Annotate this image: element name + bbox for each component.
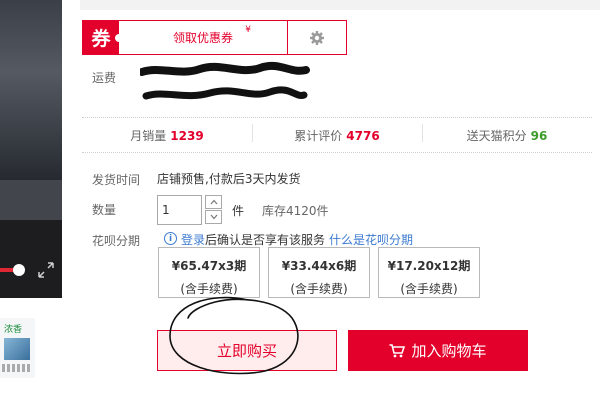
thumbnail-image (4, 338, 30, 360)
product-video[interactable] (0, 0, 62, 298)
installment-label: 花呗分期 (92, 234, 141, 248)
what-is-huabei-link[interactable]: 什么是花呗分期 (329, 231, 413, 248)
top-strip (80, 0, 600, 10)
coupon-settings-button[interactable] (288, 21, 346, 54)
add-to-cart-button[interactable]: 加入购物车 (348, 330, 528, 371)
settings-gear-icon (310, 30, 324, 45)
installment-plan-6[interactable]: ¥33.44x6期 (含手续费) (268, 247, 370, 298)
coupon-tag: 券 (83, 21, 123, 54)
stat-label: 送天猫积分 (466, 128, 527, 143)
quantity-label: 数量 (92, 203, 117, 217)
add-to-cart-label: 加入购物车 (411, 342, 487, 360)
monthly-sales-stat: 月销量 1239 (82, 127, 252, 144)
thumbnail-caption: 浓香 (4, 325, 23, 335)
claim-coupon-button[interactable]: 领取优惠券 ¥ (119, 21, 288, 54)
video-progress-knob[interactable] (13, 264, 25, 276)
shipping-label: 运费 (92, 71, 117, 85)
chevron-down-icon (210, 214, 217, 220)
total-reviews-stat[interactable]: 累计评价 4776 (252, 123, 422, 144)
plan-price: ¥65.47x3期 (171, 259, 247, 273)
buy-now-button[interactable]: 立即购买 (157, 330, 337, 371)
quantity-decrease-button[interactable] (205, 210, 222, 224)
stock-count: 库存4120件 (262, 204, 329, 218)
plan-price: ¥33.44x6期 (281, 259, 357, 273)
installment-plan-12[interactable]: ¥17.20x12期 (含手续费) (378, 247, 480, 298)
login-link[interactable]: 登录 (181, 231, 205, 248)
video-frame-shade (0, 180, 62, 220)
installment-plan-3[interactable]: ¥65.47x3期 (含手续费) (158, 247, 260, 298)
sales-stats-row: 月销量 1239 累计评价 4776 送天猫积分 96 (82, 117, 592, 153)
delivery-text: 店铺预售,付款后3天内发货 (157, 172, 301, 186)
chevron-up-icon (210, 199, 217, 205)
stat-value: 4776 (346, 128, 380, 143)
login-note: 后确认是否享有该服务 (205, 233, 326, 247)
plan-fee: (含手续费) (400, 282, 458, 296)
stat-label: 累计评价 (294, 128, 343, 143)
info-icon: i (164, 232, 177, 245)
plan-fee: (含手续费) (290, 282, 348, 296)
quantity-unit: 件 (232, 204, 245, 218)
quantity-increase-button[interactable] (205, 195, 222, 209)
video-frame-image (0, 0, 62, 180)
tmall-points-stat: 送天猫积分 96 (422, 123, 592, 144)
buy-now-label: 立即购买 (216, 342, 277, 360)
delivery-label: 发货时间 (92, 173, 141, 187)
fullscreen-icon[interactable] (36, 260, 56, 280)
cart-icon (389, 343, 406, 357)
quantity-input[interactable]: 1 (157, 195, 202, 225)
yen-badge: ¥ (245, 25, 251, 35)
stat-value: 96 (530, 128, 548, 143)
stat-label: 月销量 (130, 128, 167, 143)
product-thumbnail[interactable]: 浓香 (0, 318, 35, 378)
thumbnail-footer (2, 364, 32, 372)
coupon-bar: 券 领取优惠券 ¥ (82, 20, 347, 55)
claim-coupon-label: 领取优惠券 (172, 31, 233, 45)
plan-price: ¥17.20x12期 (387, 259, 471, 273)
plan-fee: (含手续费) (180, 282, 238, 296)
stat-value: 1239 (170, 128, 204, 143)
redaction-scribble (140, 61, 310, 100)
